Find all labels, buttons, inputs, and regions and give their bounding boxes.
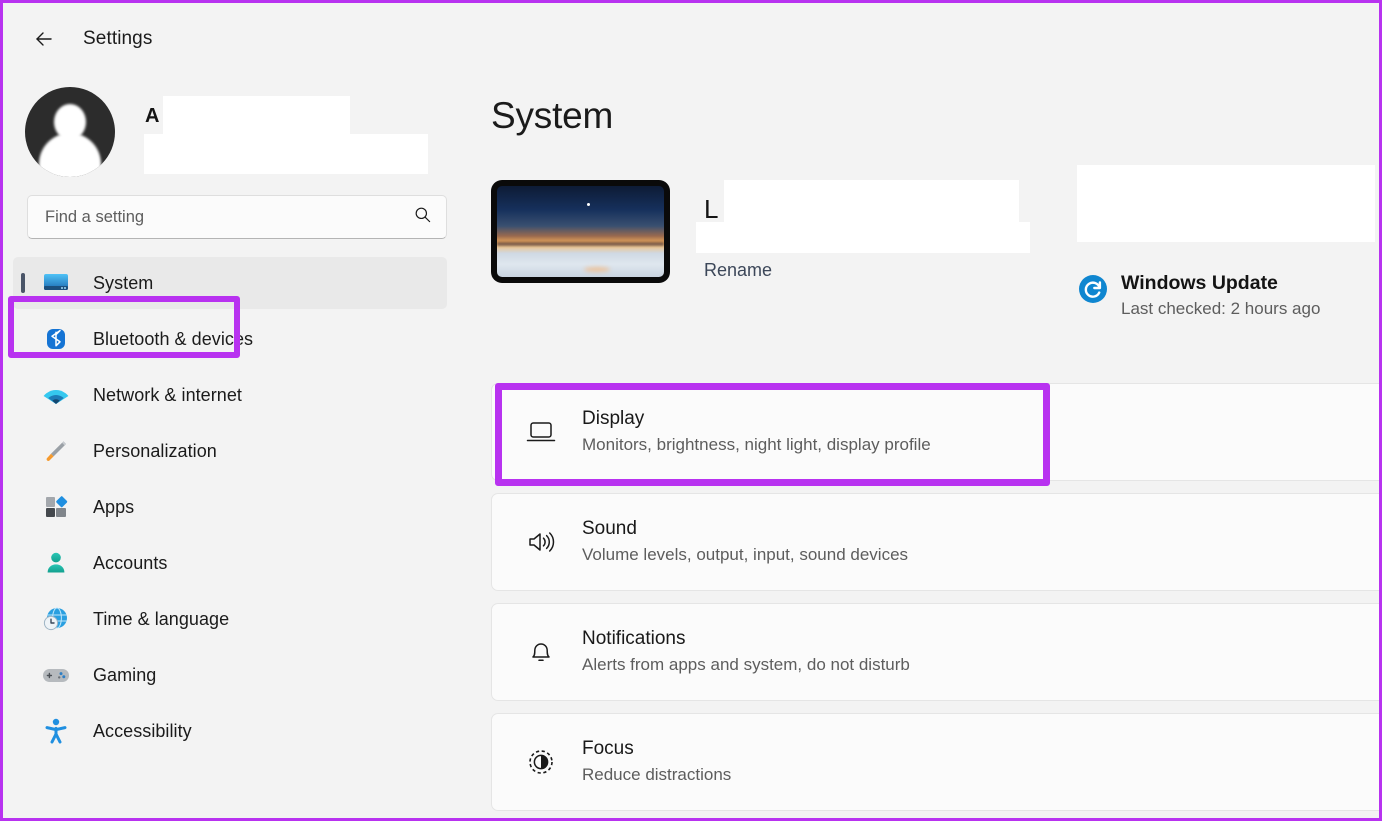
device-wallpaper-thumbnail [491,180,670,283]
search-box[interactable] [27,195,447,239]
monitor-icon [41,270,71,296]
sidebar: A [3,75,469,821]
main-content: System L Rename [469,75,1379,818]
display-monitor-icon [518,420,564,444]
accessibility-icon [41,718,71,744]
sidebar-item-system[interactable]: System [13,257,447,309]
update-refresh-icon [1077,273,1111,310]
app-title: Settings [83,28,152,50]
navigation-list: System Bluetooth & devices [3,257,469,757]
settings-row-subtitle: Reduce distractions [582,762,731,788]
back-button[interactable] [25,22,63,56]
user-profile[interactable]: A [3,75,469,179]
search-icon[interactable] [413,205,432,229]
bell-icon [518,638,564,666]
user-email-redaction [144,134,428,174]
windows-update-card[interactable]: Windows Update Last checked: 2 hours ago [1077,165,1379,322]
settings-row-focus[interactable]: Focus Reduce distractions [491,713,1379,811]
settings-window: Settings A [0,0,1382,821]
sidebar-item-gaming[interactable]: Gaming [13,649,447,701]
device-model-redaction [696,222,1030,253]
settings-row-subtitle: Monitors, brightness, night light, displ… [582,432,931,458]
avatar [25,87,115,177]
apps-grid-icon [41,494,71,520]
rename-link[interactable]: Rename [704,260,772,281]
settings-row-title: Notifications [582,626,910,652]
settings-row-title: Sound [582,516,908,542]
sidebar-item-bluetooth-devices[interactable]: Bluetooth & devices [13,313,447,365]
settings-row-title: Focus [582,736,731,762]
sidebar-item-label: Accounts [93,553,167,574]
back-arrow-icon [32,27,56,51]
windows-update-banner-redaction [1077,165,1375,242]
game-controller-icon [41,662,71,688]
sidebar-item-apps[interactable]: Apps [13,481,447,533]
windows-update-title: Windows Update [1121,270,1320,296]
settings-row-title: Display [582,406,931,432]
search-input[interactable] [45,208,413,227]
sidebar-item-label: Network & internet [93,385,242,406]
page-title: System [491,95,1379,137]
title-bar: Settings [3,3,1379,75]
sidebar-item-label: Bluetooth & devices [93,329,253,350]
clock-globe-icon [41,606,71,632]
sidebar-item-personalization[interactable]: Personalization [13,425,447,477]
device-name-redaction [724,180,1019,222]
settings-row-notifications[interactable]: Notifications Alerts from apps and syste… [491,603,1379,701]
device-name: L [704,194,718,224]
speaker-icon [518,529,564,555]
windows-update-status: Last checked: 2 hours ago [1121,296,1320,322]
settings-row-subtitle: Volume levels, output, input, sound devi… [582,542,908,568]
settings-row-sound[interactable]: Sound Volume levels, output, input, soun… [491,493,1379,591]
sidebar-item-accounts[interactable]: Accounts [13,537,447,589]
user-identity: A [145,96,445,168]
focus-timer-icon [518,748,564,776]
sidebar-item-label: System [93,273,153,294]
sidebar-item-label: Gaming [93,665,156,686]
sidebar-item-time-language[interactable]: Time & language [13,593,447,645]
user-name-redaction [163,96,350,134]
bluetooth-icon [41,326,71,352]
sidebar-item-label: Time & language [93,609,229,630]
sidebar-item-label: Apps [93,497,134,518]
sidebar-item-label: Accessibility [93,721,192,742]
paintbrush-icon [41,438,71,464]
person-icon [41,550,71,576]
sidebar-item-label: Personalization [93,441,217,462]
sidebar-item-network-internet[interactable]: Network & internet [13,369,447,421]
user-name: A [145,104,159,128]
wifi-icon [41,382,71,408]
sidebar-item-accessibility[interactable]: Accessibility [13,705,447,757]
settings-row-subtitle: Alerts from apps and system, do not dist… [582,652,910,678]
settings-row-display[interactable]: Display Monitors, brightness, night ligh… [491,383,1379,481]
settings-card-list: Display Monitors, brightness, night ligh… [491,383,1379,818]
